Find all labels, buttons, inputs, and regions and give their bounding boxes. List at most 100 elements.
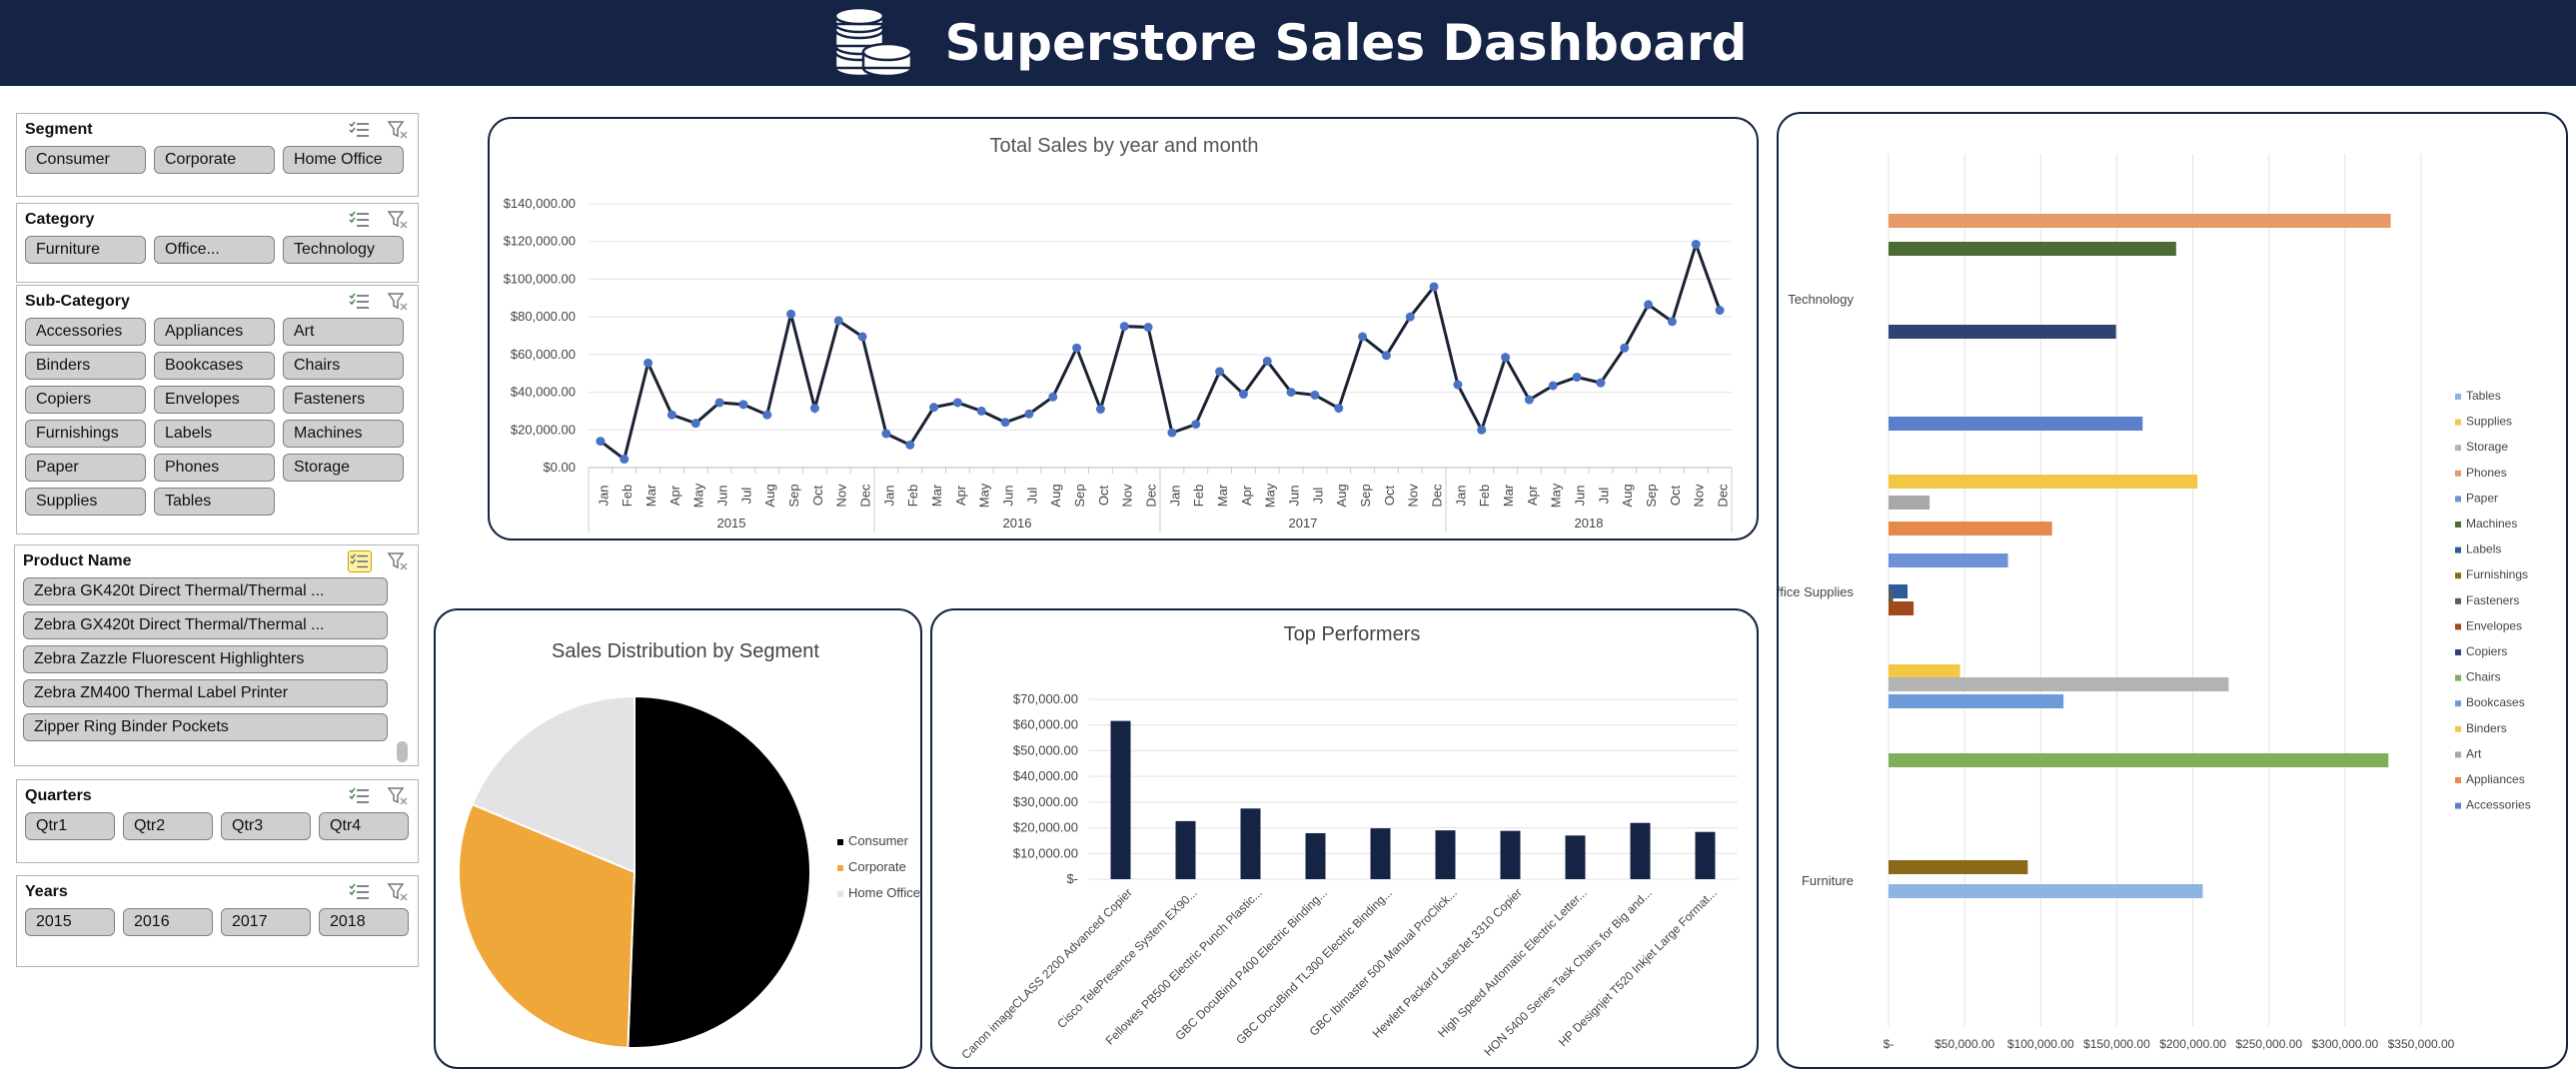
y-tick-label: $30,000.00: [1013, 794, 1078, 809]
data-point: [1095, 405, 1105, 415]
subcategory-button-machines[interactable]: Machines: [283, 420, 404, 448]
year-button-2018[interactable]: 2018: [319, 908, 409, 936]
bar: [1695, 831, 1716, 879]
subcategory-button-envelopes[interactable]: Envelopes: [154, 386, 275, 414]
legend-label: Bookcases: [2466, 695, 2525, 709]
y-tick-label: $140,000.00: [504, 196, 576, 211]
data-point: [809, 404, 819, 414]
multi-select-icon[interactable]: [348, 550, 372, 572]
product-button-zebra-zazzle-fluorescent-highlighters[interactable]: Zebra Zazzle Fluorescent Highlighters: [23, 645, 388, 673]
bar-chairs: [1889, 753, 2389, 767]
scrollbar-thumb[interactable]: [397, 741, 408, 762]
pie-slice: [627, 694, 811, 1049]
subcategory-button-copiers[interactable]: Copiers: [25, 386, 146, 414]
subcategory-button-tables[interactable]: Tables: [154, 488, 275, 516]
group-label: Furniture: [1802, 873, 1854, 888]
multi-select-icon[interactable]: [348, 209, 372, 231]
legend-swatch: [2455, 777, 2461, 783]
legend-label: Envelopes: [2466, 618, 2522, 632]
subcategory-button-accessories[interactable]: Accessories: [25, 318, 146, 346]
y-tick-label: $20,000.00: [511, 422, 576, 437]
subcategory-button-storage[interactable]: Storage: [283, 454, 404, 482]
subcategory-button-appliances[interactable]: Appliances: [154, 318, 275, 346]
quarter-button-qtr4[interactable]: Qtr4: [319, 812, 409, 840]
quarter-button-qtr2[interactable]: Qtr2: [123, 812, 213, 840]
y-tick-label: $100,000.00: [504, 271, 576, 286]
bar-supplies: [1889, 664, 1960, 678]
clear-filter-icon[interactable]: [386, 881, 410, 903]
year-button-2016[interactable]: 2016: [123, 908, 213, 936]
product-name-slicer: Product Name Zebra GK420t Direct Thermal…: [14, 544, 419, 766]
year-button-2017[interactable]: 2017: [221, 908, 311, 936]
legend-label: Appliances: [2466, 772, 2525, 786]
subcategory-button-phones[interactable]: Phones: [154, 454, 275, 482]
x-tick-label: Oct: [1668, 486, 1683, 507]
legend-label: Consumer: [848, 833, 909, 848]
bar: [1630, 822, 1651, 879]
quarter-button-qtr3[interactable]: Qtr3: [221, 812, 311, 840]
legend-label: Corporate: [848, 859, 906, 874]
product-button-zebra-gk420t-direct-thermal-thermal[interactable]: Zebra GK420t Direct Thermal/Thermal ...: [23, 577, 388, 605]
multi-select-icon[interactable]: [348, 881, 372, 903]
segment-button-corporate[interactable]: Corporate: [154, 146, 275, 174]
multi-select-icon[interactable]: [348, 785, 372, 807]
clear-filter-icon[interactable]: [386, 209, 410, 231]
x-tick-label: $250,000.00: [2235, 1037, 2302, 1051]
product-button-zipper-ring-binder-pockets[interactable]: Zipper Ring Binder Pockets: [23, 713, 388, 741]
x-tick-label: Aug: [762, 484, 777, 507]
years-slicer: Years 2015 2016 2017 2018: [16, 875, 419, 967]
bar-storage: [1889, 677, 2229, 691]
legend-swatch: [2455, 546, 2461, 553]
subcategory-button-furnishings[interactable]: Furnishings: [25, 420, 146, 448]
category-button-office[interactable]: Office...: [154, 236, 275, 264]
slicer-title: Category: [25, 211, 95, 228]
legend-swatch: [2455, 419, 2461, 426]
x-tick-label: Jun: [1001, 486, 1016, 507]
segment-button-consumer[interactable]: Consumer: [25, 146, 146, 174]
x-tick-label: $150,000.00: [2083, 1037, 2150, 1051]
chart-title: Top Performers: [1284, 623, 1421, 645]
header-banner: Superstore Sales Dashboard: [0, 0, 2576, 86]
year-button-2015[interactable]: 2015: [25, 908, 115, 936]
y-tick-label: $20,000.00: [1013, 820, 1078, 835]
category-button-technology[interactable]: Technology: [283, 236, 404, 264]
subcategory-button-binders[interactable]: Binders: [25, 352, 146, 380]
data-point: [1000, 418, 1010, 428]
sub-category-slicer: Sub-Category Accessories Appliances Art Bin…: [16, 285, 419, 535]
clear-filter-icon[interactable]: [386, 550, 410, 572]
legend-label: Tables: [2466, 389, 2501, 403]
coins-icon: [833, 6, 912, 78]
segment-button-home-office[interactable]: Home Office: [283, 146, 404, 174]
data-point: [1405, 312, 1415, 322]
subcategory-button-art[interactable]: Art: [283, 318, 404, 346]
x-tick-label: Sep: [1072, 484, 1087, 507]
data-point: [1572, 372, 1582, 382]
clear-filter-icon[interactable]: [386, 291, 410, 313]
category-slicer: Category Furniture Office... Technology: [16, 203, 419, 283]
legend-label: Copiers: [2466, 644, 2507, 658]
subcategory-button-chairs[interactable]: Chairs: [283, 352, 404, 380]
multi-select-icon[interactable]: [348, 291, 372, 313]
subcategory-button-fasteners[interactable]: Fasteners: [283, 386, 404, 414]
subcategory-button-labels[interactable]: Labels: [154, 420, 275, 448]
slicer-title: Segment: [25, 121, 93, 138]
clear-filter-icon[interactable]: [386, 119, 410, 141]
legend-swatch: [2455, 496, 2461, 503]
data-point: [690, 419, 700, 429]
year-label: 2017: [1289, 516, 1318, 531]
subcategory-button-supplies[interactable]: Supplies: [25, 488, 146, 516]
slicer-title: Years: [25, 883, 68, 900]
clear-filter-icon[interactable]: [386, 785, 410, 807]
bar-art: [1889, 496, 1931, 510]
x-tick-label: Mar: [1501, 484, 1516, 507]
legend-swatch: [837, 891, 843, 897]
product-button-zebra-gx420t-direct-thermal-thermal[interactable]: Zebra GX420t Direct Thermal/Thermal ...: [23, 611, 388, 639]
multi-select-icon[interactable]: [348, 119, 372, 141]
data-point: [1215, 367, 1225, 377]
category-button-furniture[interactable]: Furniture: [25, 236, 146, 264]
product-button-zebra-zm400-thermal-label-printer[interactable]: Zebra ZM400 Thermal Label Printer: [23, 679, 388, 707]
subcategory-button-paper[interactable]: Paper: [25, 454, 146, 482]
quarter-button-qtr1[interactable]: Qtr1: [25, 812, 115, 840]
subcategory-button-bookcases[interactable]: Bookcases: [154, 352, 275, 380]
legend-label: Home Office: [848, 885, 920, 900]
